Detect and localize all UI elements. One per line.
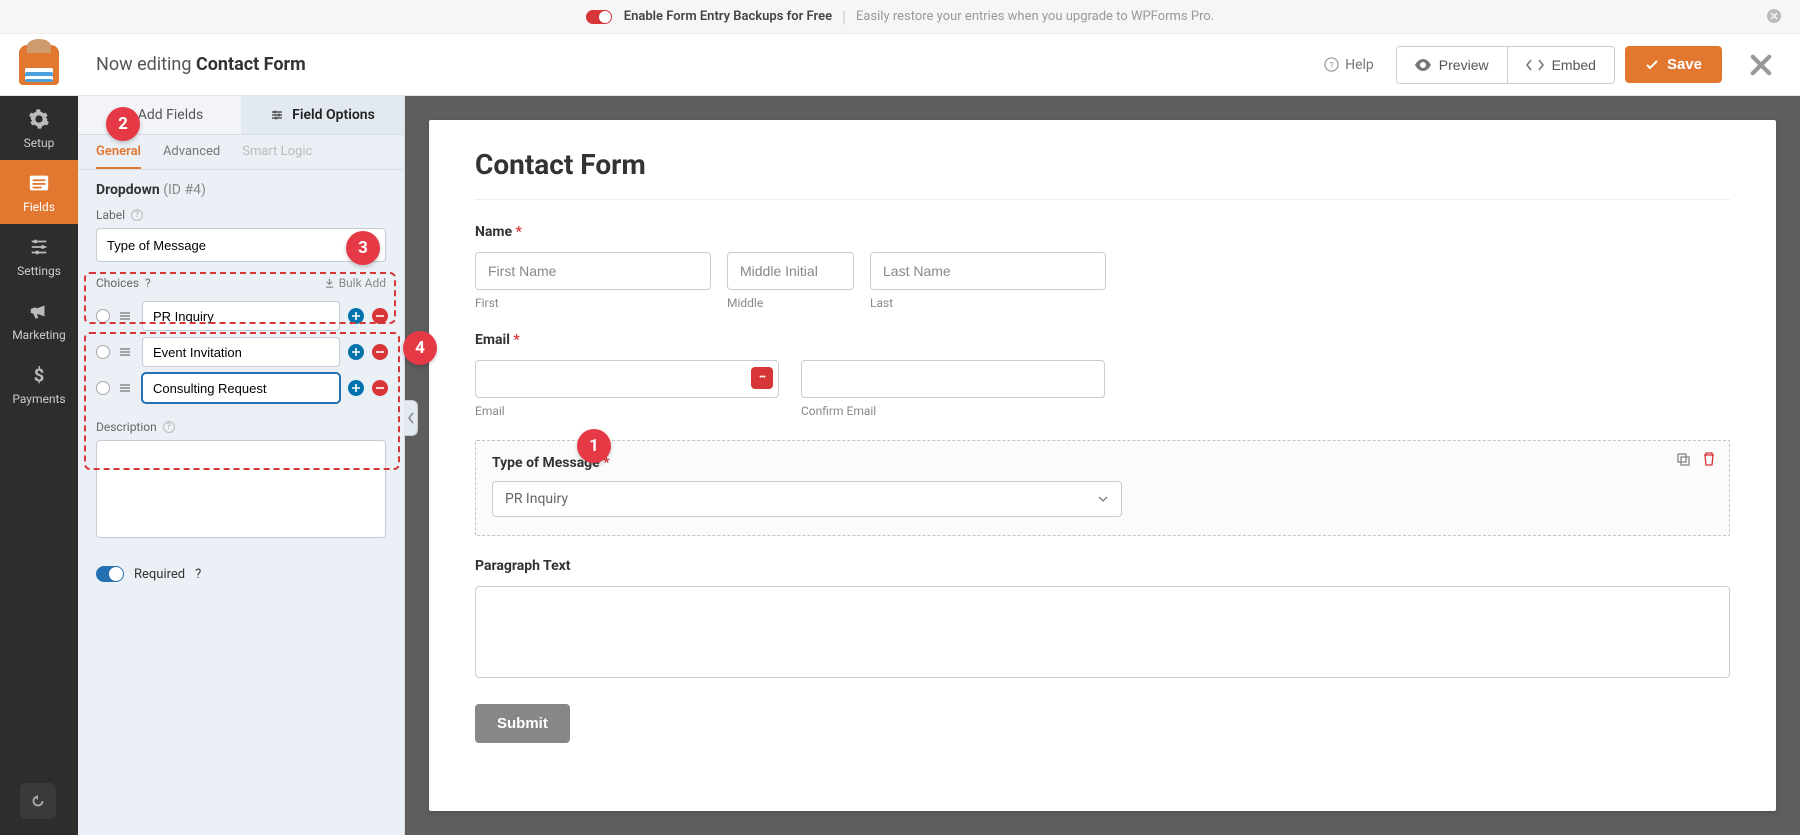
- description-section-label: Description?: [96, 420, 386, 434]
- choice-row: [78, 334, 404, 370]
- required-toggle[interactable]: [96, 566, 124, 582]
- annotation-3: 3: [346, 231, 380, 265]
- first-name-input[interactable]: [475, 252, 711, 290]
- promo-toggle[interactable]: [586, 10, 612, 24]
- header: Now editing Contact Form ? Help Preview …: [0, 34, 1800, 96]
- svg-text:$: $: [34, 365, 45, 386]
- options-icon: [270, 108, 284, 122]
- code-icon: [1526, 59, 1544, 71]
- field-email[interactable]: Email * ••• Email Confirm Email: [475, 332, 1730, 418]
- choice-input[interactable]: [142, 337, 340, 367]
- confirm-email-input[interactable]: [801, 360, 1105, 398]
- svg-text:?: ?: [1329, 60, 1334, 71]
- chevron-down-icon: [1097, 493, 1109, 505]
- drag-handle-icon[interactable]: [118, 345, 134, 359]
- form-title: Contact Form: [475, 148, 1730, 200]
- choice-default-radio[interactable]: [96, 309, 110, 323]
- choice-default-radio[interactable]: [96, 345, 110, 359]
- nav-payments[interactable]: $ Payments: [0, 352, 78, 416]
- remove-choice-icon[interactable]: [372, 344, 388, 360]
- submit-button[interactable]: Submit: [475, 704, 570, 743]
- choice-input[interactable]: [142, 373, 340, 403]
- choice-row: [78, 370, 404, 406]
- form-card: Contact Form Name * First Middle Last: [429, 120, 1776, 811]
- help-icon: ?: [1324, 57, 1339, 72]
- promo-close-icon[interactable]: [1766, 8, 1782, 24]
- sub-label: First: [475, 296, 711, 310]
- app-logo[interactable]: [0, 45, 78, 85]
- collapse-panel-handle[interactable]: [404, 400, 418, 436]
- bulk-add-link[interactable]: Bulk Add: [324, 276, 386, 290]
- editing-title: Now editing Contact Form: [78, 54, 1312, 75]
- add-choice-icon[interactable]: [348, 308, 364, 324]
- field-name[interactable]: Name * First Middle Last: [475, 224, 1730, 310]
- label-section-label: Label?: [96, 208, 386, 222]
- dollar-icon: $: [27, 364, 51, 386]
- tab-field-options[interactable]: Field Options: [241, 96, 404, 134]
- subtab-smart-logic[interactable]: Smart Logic: [242, 135, 312, 169]
- email-input[interactable]: [475, 360, 779, 398]
- choice-default-radio[interactable]: [96, 381, 110, 395]
- remove-choice-icon[interactable]: [372, 308, 388, 324]
- sub-label: Middle: [727, 296, 854, 310]
- help-icon[interactable]: ?: [163, 421, 175, 433]
- type-select[interactable]: PR Inquiry: [492, 481, 1122, 517]
- middle-initial-input[interactable]: [727, 252, 854, 290]
- annotation-1: 1: [577, 429, 611, 463]
- field-type-of-message-selected[interactable]: Type of Message * PR Inquiry: [475, 440, 1730, 536]
- add-choice-icon[interactable]: [348, 344, 364, 360]
- label-input[interactable]: [96, 228, 386, 262]
- subtab-advanced[interactable]: Advanced: [163, 135, 220, 169]
- last-name-input[interactable]: [870, 252, 1106, 290]
- download-icon: [324, 278, 335, 289]
- tab-add-fields[interactable]: Add Fields: [78, 96, 241, 134]
- nav-settings[interactable]: Settings: [0, 224, 78, 288]
- sliders-icon: [27, 236, 51, 258]
- bullhorn-icon: [27, 300, 51, 322]
- field-header: Dropdown (ID #4): [78, 170, 404, 208]
- sub-label: Confirm Email: [801, 404, 1105, 418]
- help-icon[interactable]: ?: [195, 567, 201, 582]
- remove-choice-icon[interactable]: [372, 380, 388, 396]
- drag-handle-icon[interactable]: [118, 381, 134, 395]
- annotation-2: 2: [106, 107, 140, 141]
- gear-icon: [27, 108, 51, 130]
- sub-label: Email: [475, 404, 779, 418]
- help-icon[interactable]: ?: [131, 209, 143, 221]
- paragraph-textarea[interactable]: [475, 586, 1730, 678]
- history-icon: [29, 792, 47, 810]
- revisions-button[interactable]: [20, 783, 56, 819]
- promo-title: Enable Form Entry Backups for Free: [624, 9, 832, 24]
- nav-setup[interactable]: Setup: [0, 96, 78, 160]
- trash-icon[interactable]: [1701, 451, 1717, 467]
- choice-row: [78, 298, 404, 334]
- nav-marketing[interactable]: Marketing: [0, 288, 78, 352]
- description-textarea[interactable]: [96, 440, 386, 538]
- annotation-4: 4: [403, 331, 437, 365]
- drag-handle-icon[interactable]: [118, 309, 134, 323]
- promo-banner: Enable Form Entry Backups for Free | Eas…: [0, 0, 1800, 34]
- choice-input[interactable]: [142, 301, 340, 331]
- preview-button[interactable]: Preview: [1397, 47, 1508, 83]
- list-icon: [27, 172, 51, 194]
- password-manager-icon[interactable]: •••: [751, 367, 773, 389]
- form-preview-canvas: Contact Form Name * First Middle Last: [405, 96, 1800, 835]
- duplicate-icon[interactable]: [1675, 451, 1691, 467]
- sub-label: Last: [870, 296, 1106, 310]
- field-paragraph[interactable]: Paragraph Text: [475, 558, 1730, 682]
- field-options-panel: Add Fields Field Options General Advance…: [78, 96, 405, 835]
- choices-section-label: Choices?: [96, 276, 151, 290]
- nav-fields[interactable]: Fields: [0, 160, 78, 224]
- help-icon[interactable]: ?: [145, 276, 151, 290]
- promo-subtitle: Easily restore your entries when you upg…: [856, 9, 1214, 24]
- required-label: Required: [134, 567, 185, 582]
- builder-nav: Setup Fields Settings Marketing $ Paymen…: [0, 96, 78, 835]
- add-choice-icon[interactable]: [348, 380, 364, 396]
- close-builder-icon[interactable]: [1732, 54, 1790, 76]
- help-link[interactable]: ? Help: [1312, 57, 1386, 73]
- embed-button[interactable]: Embed: [1508, 47, 1614, 83]
- check-icon: [1645, 58, 1659, 72]
- save-button[interactable]: Save: [1625, 46, 1722, 83]
- eye-icon: [1415, 59, 1431, 71]
